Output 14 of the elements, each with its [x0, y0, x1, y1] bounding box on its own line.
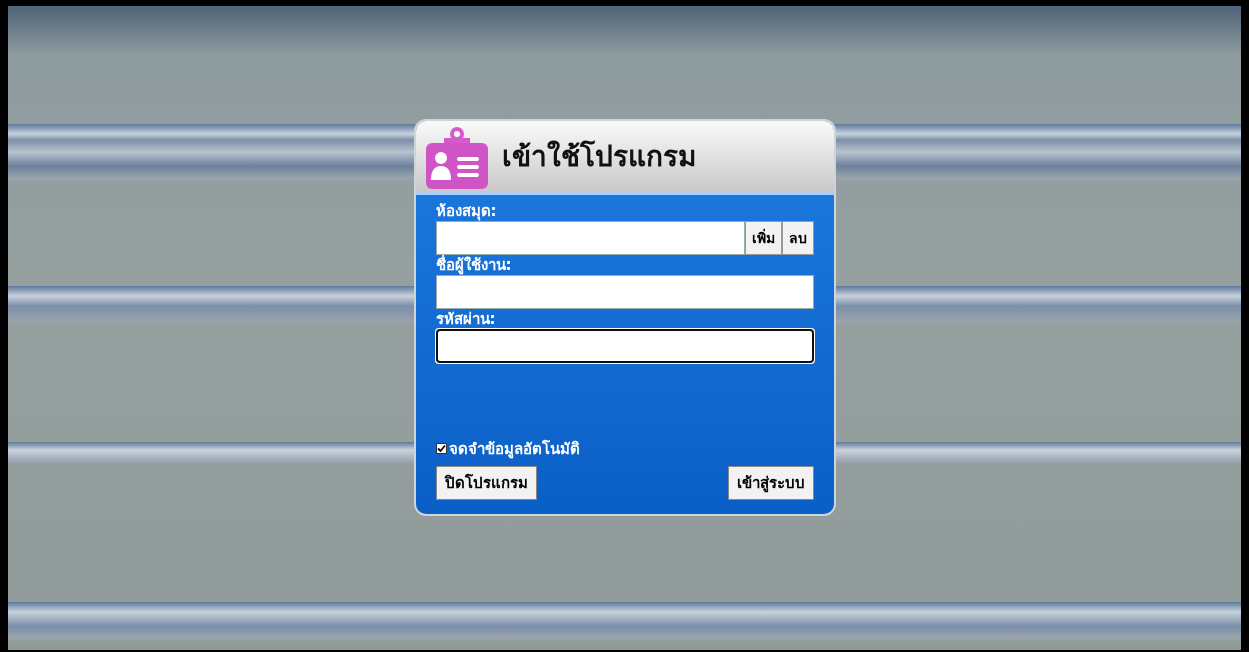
checkbox[interactable] — [435, 443, 447, 455]
input-field[interactable] — [435, 221, 745, 255]
password-field[interactable] — [435, 329, 814, 363]
field-label: ห้องสมุด: — [435, 201, 498, 221]
close-program-button[interactable]: ปิดโปรแกรม — [435, 466, 537, 500]
dialog-title: เข้าใช้โปรแกรม — [501, 138, 696, 175]
login-button[interactable]: เข้าสู่ระบบ — [727, 466, 814, 500]
add-button[interactable]: เพิ่ม — [744, 221, 782, 255]
field-label: รหัสผ่าน: — [435, 309, 497, 329]
delete-button[interactable]: ลบ — [781, 221, 814, 255]
input-field[interactable] — [435, 275, 814, 309]
field-label: ชื่อผู้ใช้งาน: — [435, 255, 513, 275]
id-badge-icon — [425, 124, 488, 189]
checkbox-label: จดจำข้อมูลอัตโนมัติ — [448, 438, 580, 460]
